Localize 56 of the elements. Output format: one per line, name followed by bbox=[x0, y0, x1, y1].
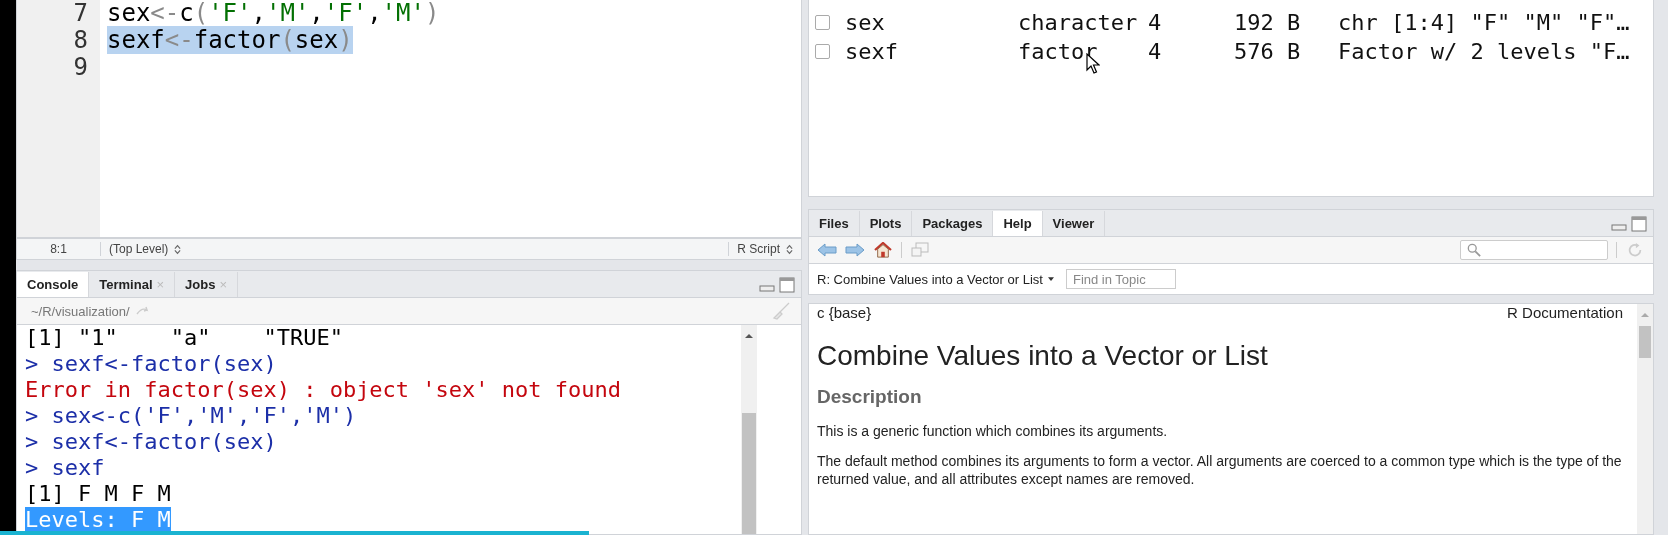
maximize-icon[interactable] bbox=[779, 277, 795, 293]
variable-type: character bbox=[1018, 10, 1139, 35]
variable-size: 576 B bbox=[1234, 39, 1302, 64]
caret-icon bbox=[1047, 277, 1054, 281]
console-line: > sex<-c('F','M','F','M') bbox=[25, 403, 357, 428]
forward-arrow-icon[interactable] bbox=[845, 242, 865, 258]
documentation-source: R Documentation bbox=[1507, 304, 1623, 323]
console-line: > sexf<-factor(sex) bbox=[25, 429, 277, 454]
checkbox[interactable] bbox=[815, 44, 830, 59]
pane-tab[interactable]: Help bbox=[993, 211, 1043, 236]
checkbox[interactable] bbox=[815, 15, 830, 30]
console-line: Error in factor(sex) : object 'sex' not found bbox=[25, 377, 622, 402]
code-editor[interactable]: 7 8 9 sex<-c('F','M','F','M') sexf<-factor(sex) bbox=[16, 0, 802, 238]
variable-length: 4 bbox=[1148, 39, 1163, 64]
variable-value: chr [1:4] "F" "M" "F"… bbox=[1338, 10, 1631, 35]
minimize-icon[interactable] bbox=[759, 285, 775, 293]
variable-length: 4 bbox=[1148, 10, 1163, 35]
scroll-thumb[interactable] bbox=[1639, 326, 1651, 358]
working-directory: ~/R/visualization/ bbox=[31, 303, 130, 319]
updown-icon bbox=[786, 243, 793, 255]
console-line: > sexf<-factor(sex) bbox=[25, 351, 277, 376]
variable-type: factor bbox=[1018, 39, 1099, 64]
search-icon bbox=[1467, 243, 1481, 257]
code-line: sex<-c('F','M','F','M') bbox=[107, 0, 440, 27]
scroll-up-icon[interactable] bbox=[744, 333, 754, 339]
variable-size: 192 B bbox=[1234, 10, 1302, 35]
line-number: 9 bbox=[72, 54, 88, 81]
minimize-icon[interactable] bbox=[1611, 224, 1627, 232]
help-paragraph: The default method combines its arguments to form a vector. All arguments are coerced to a common type which is the type of the returned value, and all attributes except names are removed. bbox=[817, 452, 1623, 488]
updown-icon bbox=[174, 243, 182, 255]
console-line: [1] "1" "a" "TRUE" bbox=[25, 325, 343, 350]
find-in-topic-field[interactable]: Find in Topic bbox=[1065, 269, 1176, 289]
arrow-icon[interactable] bbox=[135, 306, 150, 316]
cursor-position: 8:1 bbox=[17, 242, 101, 256]
help-title: Combine Values into a Vector or List bbox=[817, 340, 1269, 372]
variable-name: sexf bbox=[845, 39, 899, 64]
popout-icon[interactable] bbox=[910, 242, 930, 258]
search-field[interactable] bbox=[1460, 240, 1608, 260]
back-arrow-icon[interactable] bbox=[817, 242, 837, 258]
maximize-icon[interactable] bbox=[1631, 216, 1647, 232]
help-paragraph: This is a generic function which combines its arguments. bbox=[817, 422, 1169, 440]
console-tab[interactable]: Console bbox=[17, 272, 90, 297]
topic-dropdown[interactable]: R: Combine Values into a Vector or List bbox=[817, 271, 1054, 287]
topic-name: c {base} bbox=[817, 304, 872, 323]
file-type-dropdown[interactable]: R Script bbox=[728, 242, 801, 256]
line-number: 7 bbox=[72, 0, 88, 27]
variable-value: Factor w/ 2 levels "F… bbox=[1338, 39, 1631, 64]
console-line: > sexf bbox=[25, 455, 105, 480]
variable-name: sex bbox=[845, 10, 886, 35]
scope-dropdown[interactable]: (Top Level) bbox=[101, 242, 729, 256]
section-heading: Description bbox=[817, 386, 923, 408]
home-icon[interactable] bbox=[873, 242, 893, 258]
scroll-thumb[interactable] bbox=[742, 413, 756, 534]
broom-icon[interactable] bbox=[771, 301, 791, 321]
line-number: 8 bbox=[72, 27, 88, 54]
console-line: [1] F M F M bbox=[25, 481, 171, 506]
